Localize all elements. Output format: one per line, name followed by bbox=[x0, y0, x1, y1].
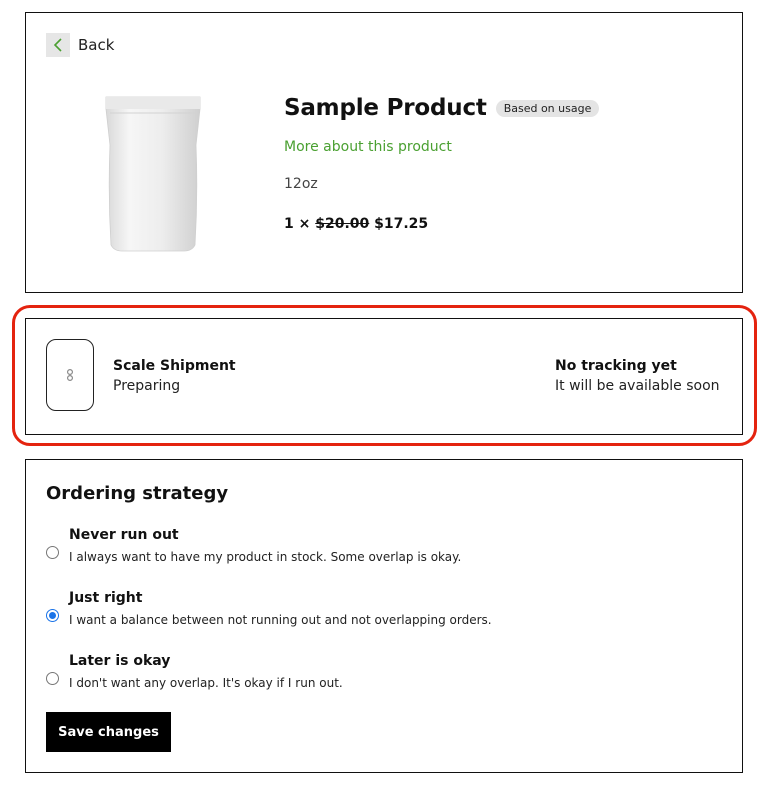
current-price: $17.25 bbox=[374, 216, 429, 232]
option-never-run-out[interactable]: Never run out I always want to have my p… bbox=[46, 526, 716, 565]
scale-device-icon bbox=[46, 339, 94, 411]
option-title: Later is okay bbox=[69, 653, 171, 669]
option-description: I always want to have my product in stoc… bbox=[69, 550, 462, 564]
original-price: $20.00 bbox=[315, 216, 370, 232]
back-label: Back bbox=[78, 36, 115, 54]
option-title: Never run out bbox=[69, 527, 179, 543]
option-title: Just right bbox=[69, 590, 143, 606]
usage-badge: Based on usage bbox=[495, 99, 600, 117]
strategy-heading: Ordering strategy bbox=[46, 483, 229, 504]
tracking-subtitle: It will be available soon bbox=[555, 378, 720, 394]
back-button[interactable]: Back bbox=[46, 33, 114, 57]
save-changes-button[interactable]: Save changes bbox=[46, 712, 171, 752]
shipment-title: Scale Shipment bbox=[113, 358, 236, 374]
option-just-right[interactable]: Just right I want a balance between not … bbox=[46, 589, 716, 628]
product-size: 12oz bbox=[284, 176, 318, 192]
strategy-card: Ordering strategy Never run out I always… bbox=[25, 459, 743, 773]
radio-later-is-okay[interactable] bbox=[46, 672, 59, 685]
tracking-title: No tracking yet bbox=[555, 358, 677, 374]
option-description: I want a balance between not running out… bbox=[69, 613, 492, 627]
shipment-status: Preparing bbox=[113, 378, 181, 394]
price-row: 1 × $20.00 $17.25 bbox=[284, 216, 428, 232]
radio-just-right[interactable] bbox=[46, 609, 59, 622]
shipment-card: Scale Shipment Preparing No tracking yet… bbox=[25, 318, 743, 435]
product-image bbox=[105, 96, 201, 252]
product-card: Back Sample Product Based on usage More … bbox=[25, 12, 743, 293]
more-about-link[interactable]: More about this product bbox=[284, 139, 452, 155]
radio-never-run-out[interactable] bbox=[46, 546, 59, 559]
option-description: I don't want any overlap. It's okay if I… bbox=[69, 676, 343, 690]
quantity: 1 × bbox=[284, 216, 311, 232]
option-later-is-okay[interactable]: Later is okay I don't want any overlap. … bbox=[46, 652, 716, 691]
chevron-left-icon bbox=[46, 33, 70, 57]
product-title: Sample Product bbox=[284, 95, 487, 121]
